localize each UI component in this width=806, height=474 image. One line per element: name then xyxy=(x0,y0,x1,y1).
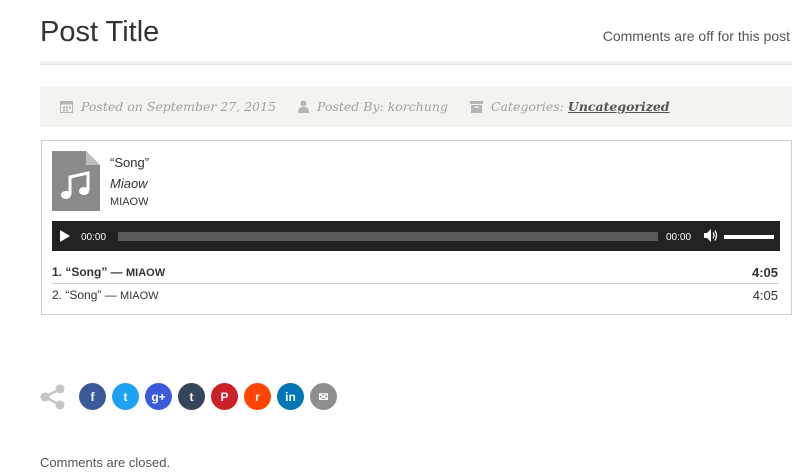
progress-bar[interactable] xyxy=(118,232,658,241)
share-bar: f t g+ t P r in ✉ xyxy=(40,383,343,410)
track-duration: 4:05 xyxy=(751,265,778,280)
posted-on-text: Posted on September 27, 2015 xyxy=(81,99,277,114)
linkedin-share-button[interactable]: in xyxy=(277,383,304,410)
email-share-button[interactable]: ✉ xyxy=(310,383,337,410)
comments-closed-notice: Comments are closed. xyxy=(40,455,171,470)
duration-time: 00:00 xyxy=(666,232,692,243)
volume-slider[interactable] xyxy=(724,235,774,239)
share-icon xyxy=(40,384,65,409)
track-title: 1. “Song” xyxy=(52,265,108,279)
comments-status: Comments are off for this post xyxy=(602,28,790,44)
track-artist: MIAOW xyxy=(126,267,166,279)
user-icon xyxy=(298,100,310,113)
current-track-album: Miaow xyxy=(110,176,148,191)
pinterest-share-button[interactable]: P xyxy=(211,383,238,410)
posted-by-text: Posted By: korchung xyxy=(317,99,448,114)
categories-label: Categories: xyxy=(490,99,564,114)
category-link[interactable]: Uncategorized xyxy=(568,99,670,114)
track-title: 2. “Song” xyxy=(52,288,102,302)
calendar-icon xyxy=(60,101,73,113)
playlist-item[interactable]: 1. “Song” — MIAOW 4:05 xyxy=(52,265,778,284)
volume-icon[interactable] xyxy=(704,229,719,242)
play-icon[interactable] xyxy=(60,230,70,242)
posted-by: Posted By: korchung xyxy=(298,99,448,114)
twitter-share-button[interactable]: t xyxy=(112,383,139,410)
track-separator: — xyxy=(101,288,121,302)
current-track-artist: MIAOW xyxy=(110,196,149,208)
track-artist: MIAOW xyxy=(120,290,159,302)
reddit-share-button[interactable]: r xyxy=(244,383,271,410)
current-track-title: “Song” xyxy=(110,155,150,170)
playlist-item[interactable]: 2. “Song” — MIAOW 4:05 xyxy=(52,288,778,303)
track-separator: — xyxy=(107,265,127,279)
track-info: 2. “Song” — MIAOW xyxy=(52,288,159,303)
track-duration: 4:05 xyxy=(752,288,778,303)
archive-icon xyxy=(469,100,483,113)
track-info: 1. “Song” — MIAOW xyxy=(52,265,165,280)
tumblr-share-button[interactable]: t xyxy=(178,383,205,410)
post-meta-bar: Posted on September 27, 2015 Posted By: … xyxy=(40,86,792,127)
facebook-share-button[interactable]: f xyxy=(79,383,106,410)
post-title: Post Title xyxy=(40,16,160,48)
audio-player: 00:00 00:00 xyxy=(52,221,780,251)
audio-file-icon xyxy=(52,151,100,211)
posted-on: Posted on September 27, 2015 xyxy=(60,99,276,114)
title-divider xyxy=(40,61,792,65)
current-time: 00:00 xyxy=(81,232,107,243)
google-plus-share-button[interactable]: g+ xyxy=(145,383,172,410)
categories: Categories: Uncategorized xyxy=(469,99,670,114)
audio-playlist: “Song” Miaow MIAOW 00:00 00:00 1. “Song”… xyxy=(41,140,792,315)
